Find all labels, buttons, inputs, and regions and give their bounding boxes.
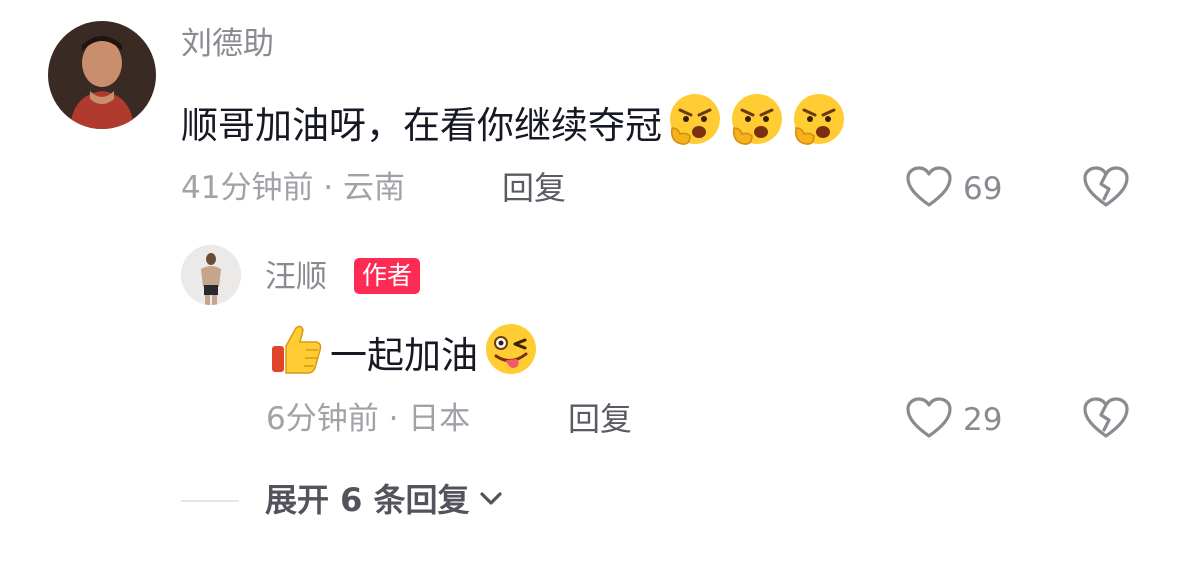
- expand-replies-label: 展开 6 条回复: [265, 481, 470, 519]
- angry-emoji: [728, 90, 786, 161]
- reply-time-location: 6分钟前 · 日本: [266, 401, 471, 437]
- reply-like-button[interactable]: 29: [905, 396, 1002, 444]
- commenter-avatar[interactable]: [48, 21, 156, 129]
- person-photo-icon: [181, 245, 241, 305]
- thumbs-up-emoji: [268, 320, 326, 391]
- comment-text: 顺哥加油呀，在看你继续夺冠: [181, 103, 662, 147]
- reply-like-count: 29: [963, 402, 1003, 438]
- broken-heart-icon: [1082, 397, 1130, 444]
- comment-dislike-button[interactable]: [1082, 165, 1130, 213]
- heart-outline-icon: [905, 396, 953, 444]
- comment-text-row: 顺哥加油呀，在看你继续夺冠: [181, 90, 848, 161]
- expand-replies-button[interactable]: 展开 6 条回复: [265, 478, 504, 522]
- comment-reply-button[interactable]: 回复: [502, 168, 566, 208]
- angry-emoji: [790, 90, 848, 161]
- reply-reply-button[interactable]: 回复: [568, 399, 632, 439]
- expand-divider-line: [181, 500, 239, 502]
- angry-emoji: [666, 90, 724, 161]
- replier-username[interactable]: 汪顺: [265, 257, 327, 297]
- person-photo-icon: [48, 21, 156, 129]
- comment-like-count: 69: [963, 171, 1003, 207]
- comment-time-location: 41分钟前 · 云南: [181, 170, 406, 206]
- reply-text-row: 一起加油: [268, 320, 540, 391]
- winking-tongue-emoji: [482, 320, 540, 391]
- heart-outline-icon: [905, 165, 953, 213]
- replier-avatar[interactable]: [181, 245, 241, 305]
- reply-dislike-button[interactable]: [1082, 396, 1130, 444]
- author-badge: 作者: [354, 258, 421, 294]
- chevron-down-icon: [478, 488, 504, 512]
- broken-heart-icon: [1082, 166, 1130, 213]
- comment-like-button[interactable]: 69: [905, 165, 1002, 213]
- commenter-username[interactable]: 刘德助: [181, 24, 274, 64]
- reply-text: 一起加油: [330, 333, 478, 377]
